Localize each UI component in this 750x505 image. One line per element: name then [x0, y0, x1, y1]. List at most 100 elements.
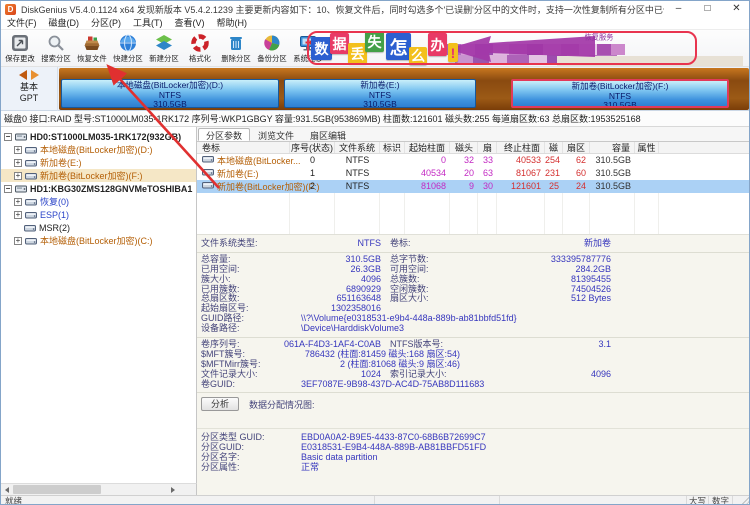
quick-partition-button[interactable]: 快建分区 — [110, 30, 146, 67]
row-filler — [659, 154, 749, 168]
disk-icon — [15, 132, 27, 142]
column-header[interactable]: 文件系统 — [335, 142, 380, 153]
table-cell: 60 — [575, 168, 586, 178]
minimize-button[interactable]: – — [664, 1, 693, 17]
grid-line — [659, 193, 749, 234]
delete-partition-button[interactable]: 删除分区 — [218, 30, 254, 67]
recover-files-icon — [82, 32, 102, 53]
recover-files-button[interactable]: 恢复文件 — [74, 30, 110, 67]
tree-item-6[interactable]: + ESP(1) — [1, 208, 196, 221]
table-cell: 121601 — [510, 181, 541, 191]
grid-line — [290, 193, 335, 234]
analyze-button[interactable]: 分析 — [201, 397, 239, 412]
format-icon — [190, 32, 210, 53]
promo-tile: ! — [448, 43, 458, 62]
tree-expander-icon[interactable]: − — [4, 132, 12, 141]
scroll-left-button[interactable] — [1, 484, 13, 495]
tree-item-4[interactable]: − HD1:KBG30ZMS128GNVMeTOSHIBA1 — [1, 182, 196, 195]
tab-0[interactable]: 分区参数 — [198, 128, 251, 141]
format-button[interactable]: 格式化 — [182, 30, 218, 67]
table-cell: 254 — [545, 155, 561, 165]
promo-banner: 恢复服务 数据丢失怎么办! — [299, 30, 749, 67]
partition-icon — [202, 154, 214, 168]
tree-item-1[interactable]: + 本地磁盘(BitLocker加密)(D:) — [1, 143, 196, 156]
tree-expander-icon[interactable]: + — [14, 197, 22, 206]
resize-grip[interactable] — [733, 496, 749, 504]
partition-block-0[interactable]: 本地磁盘(BitLocker加密)(D:) NTFS 310.5GB — [61, 79, 279, 108]
titlebar: D DiskGenius V5.4.0.1124 x64 发现新版本 V5.4.… — [1, 1, 749, 17]
save-button[interactable]: 保存更改 — [2, 30, 38, 67]
save-icon — [10, 32, 30, 53]
tree-expander-icon[interactable]: + — [14, 210, 22, 219]
detail-label: 文件系统类型: — [201, 238, 258, 248]
details-section-1: 总容量: 310.5GB 总字节数: 333395787776 已用空间: 26.3GB 可… — [197, 253, 749, 339]
tree-item-5[interactable]: + 恢复(0) — [1, 195, 196, 208]
menu-item-4[interactable]: 查看(V) — [169, 17, 211, 29]
detail-row: 卷序列号: 061A-F4D3-1AF4-C0AB NTFS版本号: 3.1 — [197, 339, 749, 350]
tree-item-label: 恢复(0) — [40, 197, 69, 207]
partition-details-panel: 文件系统类型: NTFS 卷标: 新加卷 总容量: 310.5GB 总字节数: 3333957… — [197, 234, 749, 495]
tree-item-3[interactable]: + 新加卷(BitLocker加密)(F:) — [1, 169, 196, 182]
column-header[interactable]: 属性 — [635, 142, 659, 153]
close-button[interactable]: ✕ — [722, 1, 749, 17]
column-header[interactable]: 起始柱面 — [405, 142, 450, 153]
disk-info-line: 磁盘0 接口:RAID 型号:ST1000LM035-1RK172 序列号:WK… — [1, 111, 749, 127]
grid-line — [635, 193, 659, 234]
maximize-button[interactable]: □ — [693, 1, 722, 17]
column-header[interactable]: 序号(状态) — [290, 142, 335, 153]
new-partition-button[interactable]: 新建分区 — [146, 30, 182, 67]
menu-item-1[interactable]: 磁盘(D) — [43, 17, 86, 29]
tree-expander-icon[interactable]: + — [14, 145, 22, 154]
scroll-thumb[interactable] — [13, 485, 101, 494]
partition-block-2[interactable]: 新加卷(BitLocker加密)(F:) NTFS 310.5GB — [511, 79, 729, 108]
disk-icon — [15, 184, 27, 194]
menu-item-3[interactable]: 工具(T) — [127, 17, 169, 29]
partition-icon — [24, 223, 36, 233]
detail-row: $MFT簇号: 786432 (柱面:81459 磁头:168 扇区:54) — [197, 349, 749, 360]
table-cell: NTFS — [345, 155, 370, 165]
menu-item-2[interactable]: 分区(P) — [85, 17, 127, 29]
table-cell — [380, 180, 405, 194]
column-header[interactable]: 标识 — [380, 142, 405, 153]
partition-block-1[interactable]: 新加卷(E:) NTFS 310.5GB — [284, 79, 476, 108]
column-header[interactable]: 磁头 — [545, 142, 563, 153]
table-row-2[interactable]: 新加卷(BitLocker加密)(F:) 2 NTFS 81068 9 30 121601 2… — [197, 180, 749, 194]
tree-expander-icon[interactable]: + — [14, 236, 22, 245]
tree-item-7[interactable]: MSR(2) — [1, 221, 196, 234]
partition-icon — [25, 171, 37, 181]
table-row-0[interactable]: 本地磁盘(BitLocker... 0 NTFS 0 32 33 40533 254 62 310… — [197, 154, 749, 168]
tree-item-0[interactable]: − HD0:ST1000LM035-1RK172(932GB) — [1, 130, 196, 143]
column-header[interactable]: 扇区 — [478, 142, 497, 153]
tree-hscrollbar[interactable] — [1, 483, 197, 495]
menu-item-0[interactable]: 文件(F) — [1, 17, 43, 29]
tree-item-8[interactable]: + 本地磁盘(BitLocker加密)(C:) — [1, 234, 196, 247]
column-header[interactable]: 容量 — [590, 142, 635, 153]
search-button[interactable]: 搜索分区 — [38, 30, 74, 67]
table-cell: 33 — [482, 155, 493, 165]
menu-item-5[interactable]: 帮助(H) — [211, 17, 254, 29]
tab-2[interactable]: 扇区编辑 — [302, 128, 354, 141]
delete-partition-icon — [226, 32, 246, 53]
nav-arrows-icon[interactable] — [19, 70, 39, 80]
tree-item-label: MSR(2) — [39, 222, 70, 233]
backup-partition-button[interactable]: 备份分区 — [254, 30, 290, 67]
column-header[interactable]: 磁头 — [450, 142, 478, 153]
toolbar-button-label: 搜索分区 — [41, 54, 71, 63]
toolbar-button-label: 删除分区 — [221, 54, 251, 63]
tree-expander-icon[interactable]: − — [4, 184, 12, 193]
partition-size: 310.5GB — [603, 100, 637, 108]
table-cell — [380, 167, 405, 181]
column-header[interactable]: 终止柱面 — [497, 142, 545, 153]
table-cell — [635, 167, 659, 181]
column-header[interactable]: 卷标 — [197, 142, 290, 153]
tab-1[interactable]: 浏览文件 — [250, 128, 302, 141]
table-cell: 310.5GB — [595, 181, 631, 191]
tree-item-2[interactable]: + 新加卷(E:) — [1, 156, 196, 169]
table-cell: 32 — [463, 155, 474, 165]
tree-expander-icon[interactable]: + — [14, 171, 22, 180]
column-header-filler — [659, 142, 749, 153]
scroll-right-button[interactable] — [167, 484, 179, 495]
table-row-1[interactable]: 新加卷(E:) 1 NTFS 40534 20 63 81067 231 60 310.5GB — [197, 167, 749, 181]
column-header[interactable]: 扇区 — [563, 142, 590, 153]
tree-expander-icon[interactable]: + — [14, 158, 22, 167]
